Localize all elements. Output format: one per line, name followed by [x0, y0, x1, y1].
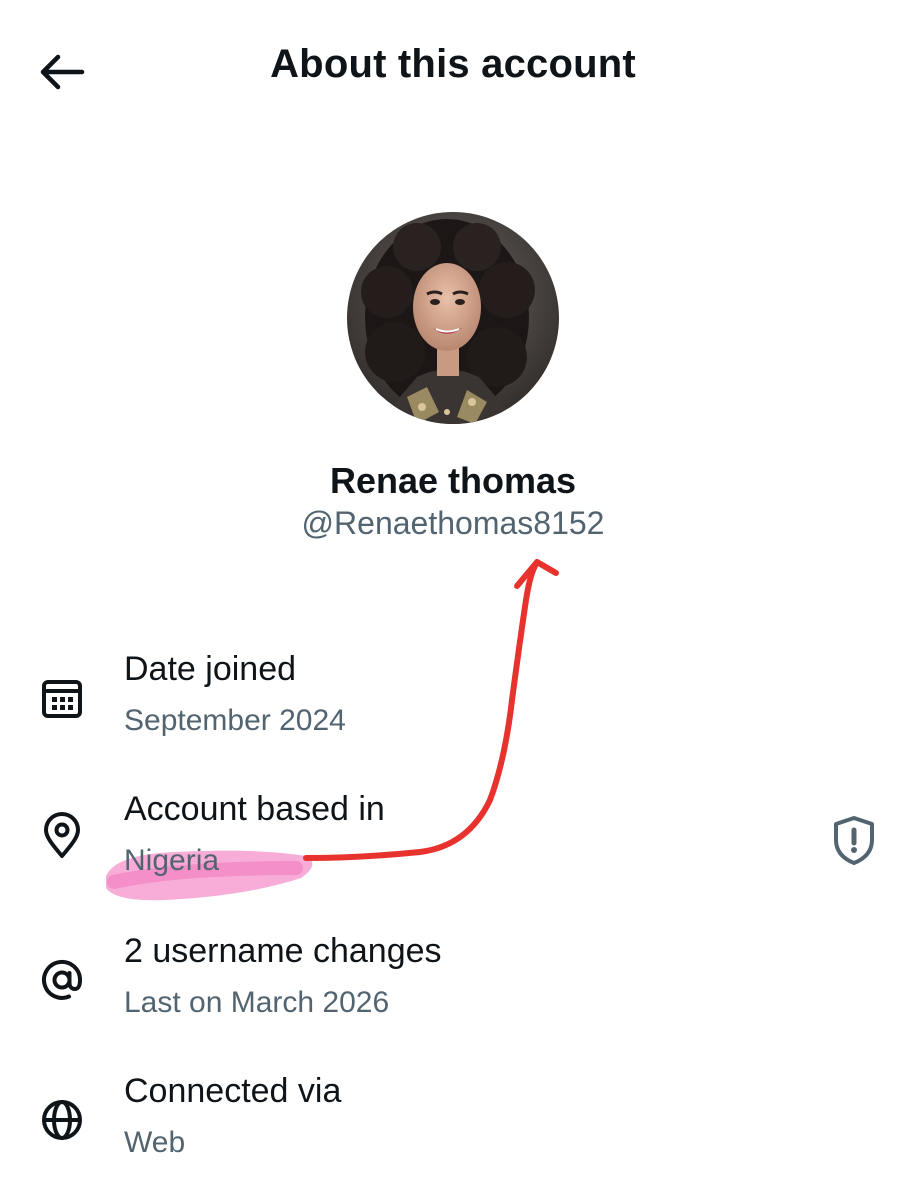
verify-location-button[interactable] — [826, 812, 882, 868]
row-value: Nigeria — [124, 844, 220, 877]
row-value: Last on March 2026 — [124, 986, 390, 1019]
info-row-connected-via: Connected via Web — [0, 1062, 906, 1182]
info-row-account-based-in: Account based in Nigeria — [0, 780, 906, 900]
username-handle: @Renaethomas8152 — [301, 505, 605, 541]
row-value: Web — [124, 1126, 186, 1159]
row-value: September 2024 — [124, 704, 346, 737]
at-sign-icon — [42, 959, 83, 1000]
display-name: Renae thomas — [329, 460, 577, 501]
row-title: 2 username changes — [124, 932, 442, 970]
row-title: Date joined — [124, 650, 297, 688]
row-title: Account based in — [124, 790, 385, 828]
page-title: About this account — [270, 42, 636, 86]
info-row-username-changes: 2 username changes Last on March 2026 — [0, 922, 906, 1042]
avatar[interactable] — [347, 212, 559, 424]
info-row-date-joined: Date joined September 2024 — [0, 640, 906, 760]
location-pin-icon — [44, 812, 80, 858]
calendar-icon — [42, 680, 82, 718]
shield-alert-icon — [834, 816, 874, 865]
row-title: Connected via — [124, 1072, 342, 1110]
header: About this account — [0, 0, 906, 140]
globe-icon — [42, 1100, 82, 1140]
avatar-image — [347, 212, 559, 424]
